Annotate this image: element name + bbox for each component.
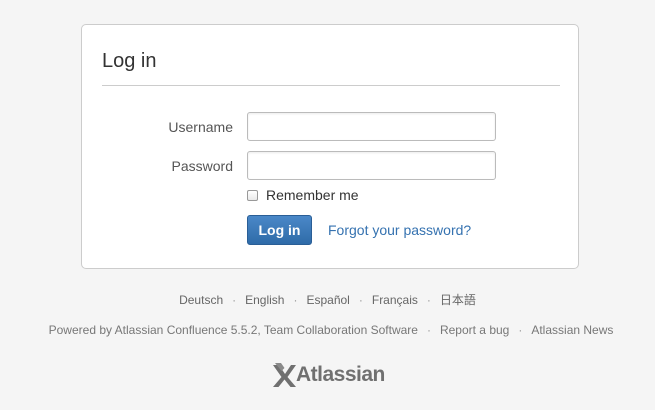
language-separator: · bbox=[232, 293, 237, 307]
remember-me-label[interactable]: Remember me bbox=[266, 187, 359, 203]
forgot-password-link[interactable]: Forgot your password? bbox=[328, 222, 471, 238]
atlassian-news-link[interactable]: Atlassian News bbox=[531, 323, 613, 337]
language-link-japanese[interactable]: 日本語 bbox=[440, 293, 476, 307]
username-field[interactable] bbox=[247, 112, 496, 141]
atlassian-logo-text: Atlassian bbox=[296, 363, 385, 386]
title-divider bbox=[102, 85, 560, 86]
username-label: Username bbox=[168, 119, 233, 135]
report-bug-link[interactable]: Report a bug bbox=[440, 323, 509, 337]
language-separator: · bbox=[426, 293, 431, 307]
remember-me-row: Remember me bbox=[247, 187, 359, 203]
password-label: Password bbox=[171, 158, 233, 174]
page-title: Log in bbox=[102, 50, 157, 72]
password-field[interactable] bbox=[247, 151, 496, 180]
footer-links: Powered by Atlassian Confluence 5.5.2, T… bbox=[0, 322, 655, 338]
language-link-espanol[interactable]: Español bbox=[306, 293, 349, 307]
login-panel: Log in Username Password Remember me Log… bbox=[81, 24, 579, 269]
language-separator: · bbox=[358, 293, 363, 307]
language-link-francais[interactable]: Français bbox=[372, 293, 418, 307]
atlassian-logo[interactable]: Atlassian bbox=[272, 360, 390, 390]
login-page: Log in Username Password Remember me Log… bbox=[0, 0, 655, 410]
language-link-deutsch[interactable]: Deutsch bbox=[179, 293, 223, 307]
language-selector: Deutsch · English · Español · Français · 日本語 bbox=[0, 292, 655, 308]
login-button[interactable]: Log in bbox=[247, 215, 312, 245]
language-link-english[interactable]: English bbox=[245, 293, 284, 307]
remember-me-checkbox[interactable] bbox=[247, 189, 258, 201]
language-separator: · bbox=[293, 293, 298, 307]
atlassian-x-icon bbox=[273, 363, 296, 387]
footer-separator: · bbox=[426, 323, 431, 337]
powered-by-link[interactable]: Powered by Atlassian Confluence 5.5.2, T… bbox=[49, 323, 418, 337]
footer-separator: · bbox=[518, 323, 523, 337]
